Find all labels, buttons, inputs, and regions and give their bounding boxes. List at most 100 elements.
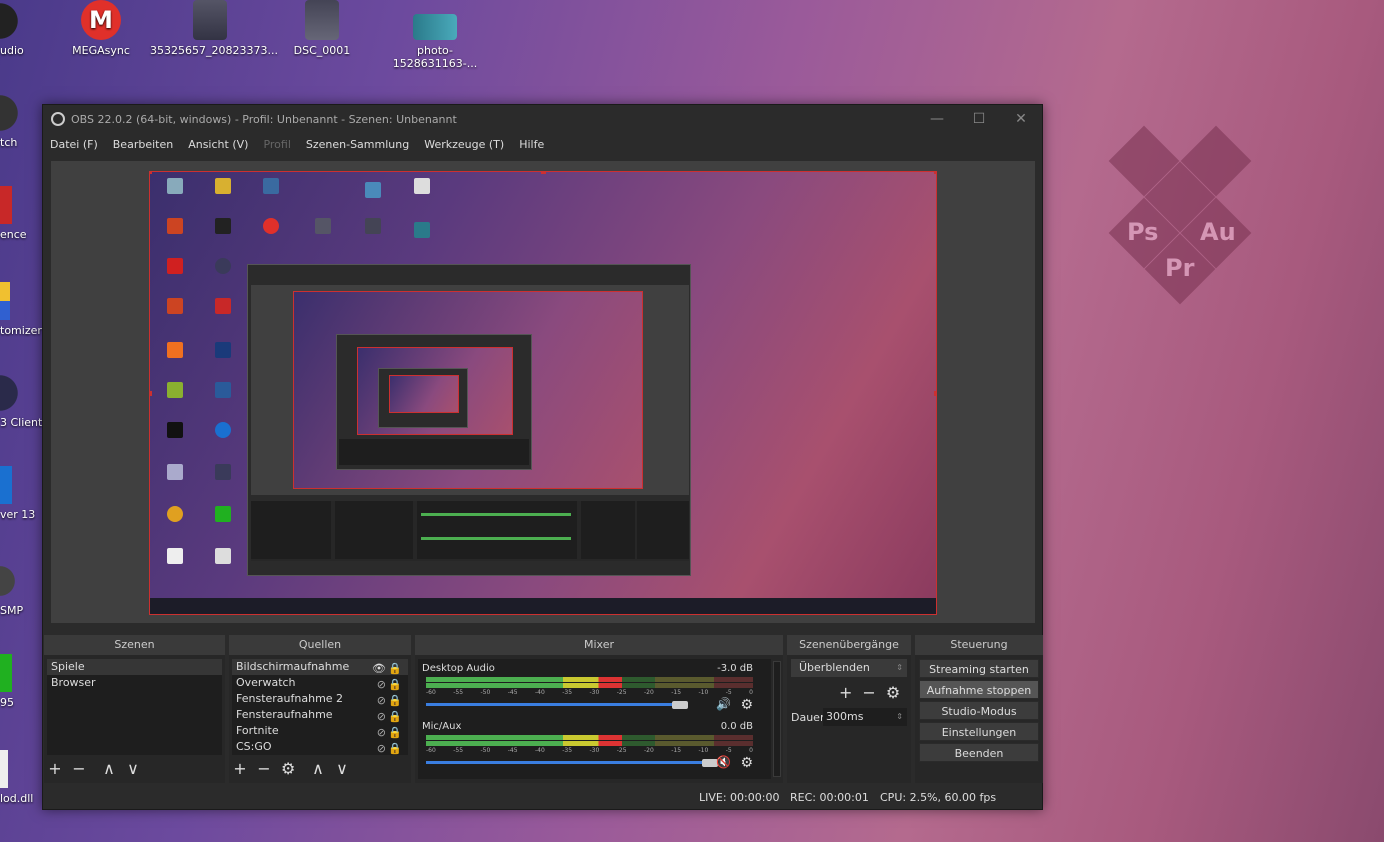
desktop-icon-left-2[interactable]: ence: [0, 186, 27, 241]
scene-item-spiele[interactable]: Spiele: [47, 659, 222, 675]
add-transition-icon[interactable]: +: [839, 683, 852, 702]
source-item[interactable]: CS:GO ⊘ 🔒: [232, 739, 408, 755]
preview-desktop-icon: [215, 422, 231, 438]
obs-logo-icon: [51, 112, 65, 126]
source-name: Fortnite: [236, 724, 279, 737]
transition-select[interactable]: Überblenden ⇕: [791, 659, 907, 677]
desktop-icon-megasync[interactable]: M MEGAsync: [56, 0, 146, 57]
preview-source[interactable]: [149, 171, 937, 615]
stop-recording-button[interactable]: Aufnahme stoppen: [919, 680, 1039, 699]
menu-ansicht[interactable]: Ansicht (V): [188, 138, 248, 151]
cpu-status: CPU: 2.5%, 60.00 fps: [880, 791, 997, 804]
title-bar[interactable]: OBS 22.0.2 (64-bit, windows) - Profil: U…: [43, 105, 1042, 133]
desktop-icon-dsc[interactable]: DSC_0001: [277, 0, 367, 57]
volume-meter: [426, 735, 753, 740]
meter-tick-label: 0: [749, 747, 753, 754]
scenes-list[interactable]: Spiele Browser: [47, 659, 222, 755]
close-button[interactable]: ✕: [1000, 111, 1042, 127]
menu-szenen-sammlung[interactable]: Szenen-Sammlung: [306, 138, 409, 151]
move-source-up-button[interactable]: ∧: [311, 759, 325, 778]
source-item[interactable]: Overwatch ⊘ 🔒: [232, 675, 408, 691]
preview-desktop-icon: [167, 422, 183, 438]
preview-area[interactable]: [51, 161, 1035, 623]
minimize-button[interactable]: —: [916, 111, 958, 127]
scene-item-browser[interactable]: Browser: [47, 675, 222, 691]
exit-button[interactable]: Beenden: [919, 743, 1039, 762]
resize-handle[interactable]: [541, 172, 546, 174]
meter-tick-label: -55: [453, 747, 464, 754]
nested-preview-2: [357, 347, 513, 435]
start-streaming-button[interactable]: Streaming starten: [919, 659, 1039, 678]
resize-handle[interactable]: [150, 172, 152, 174]
meter-tick-label: -35: [562, 689, 573, 696]
mixer-title: Mixer: [415, 635, 783, 655]
preview-desktop-icon: [167, 178, 183, 194]
move-scene-down-button[interactable]: ∨: [126, 759, 140, 778]
resize-handle[interactable]: [150, 391, 152, 396]
scenes-title: Szenen: [44, 635, 225, 655]
gear-icon[interactable]: ⚙: [740, 755, 753, 771]
preview-desktop-icon: [215, 298, 231, 314]
source-settings-button[interactable]: ⚙: [281, 759, 295, 778]
studio-mode-button[interactable]: Studio-Modus: [919, 701, 1039, 720]
desktop-icon-left-6[interactable]: SMP: [0, 562, 23, 617]
gear-icon[interactable]: ⚙: [886, 683, 900, 702]
duration-input[interactable]: 300ms ⇕: [823, 708, 907, 726]
volume-slider-track[interactable]: [426, 761, 708, 764]
move-scene-up-button[interactable]: ∧: [102, 759, 116, 778]
nested-preview: [293, 291, 643, 489]
desktop-icon-label: SMP: [0, 604, 24, 617]
source-item[interactable]: Bildschirmaufnahme 👁 🔒: [232, 659, 408, 675]
gear-icon[interactable]: ⚙: [740, 697, 753, 713]
meter-tick-label: -25: [616, 747, 627, 754]
nested-window-2: [336, 334, 532, 470]
meter-tick-label: -30: [589, 747, 600, 754]
maximize-button[interactable]: ☐: [958, 111, 1000, 127]
source-item[interactable]: Fensteraufnahme ⊘ 🔒: [232, 707, 408, 723]
track-name: Desktop Audio: [422, 663, 495, 674]
move-source-down-button[interactable]: ∨: [335, 759, 349, 778]
source-item[interactable]: Fortnite ⊘ 🔒: [232, 723, 408, 739]
menu-datei[interactable]: Datei (F): [50, 138, 98, 151]
desktop-icon-left-1[interactable]: tch: [0, 94, 22, 149]
obs-window[interactable]: OBS 22.0.2 (64-bit, windows) - Profil: U…: [42, 104, 1043, 810]
meter-tick-label: -20: [644, 747, 654, 754]
preview-desktop-icon: [414, 222, 430, 238]
sources-list[interactable]: Bildschirmaufnahme 👁 🔒 Overwatch ⊘ 🔒 Fen…: [232, 659, 408, 755]
desktop-icon-left-5[interactable]: ver 13: [0, 466, 35, 521]
settings-button[interactable]: Einstellungen: [919, 722, 1039, 741]
remove-transition-icon[interactable]: −: [862, 683, 875, 702]
eye-hidden-icon[interactable]: ⊘: [377, 741, 386, 757]
desktop-icon-label: lod.dll: [0, 792, 34, 805]
add-source-button[interactable]: +: [233, 759, 247, 778]
volume-slider-handle[interactable]: [672, 701, 688, 709]
remove-scene-button[interactable]: −: [72, 759, 86, 778]
resize-handle[interactable]: [934, 391, 936, 396]
track-db: 0.0 dB: [720, 721, 753, 732]
preview-desktop-icon: [167, 382, 183, 398]
desktop-icon-photo[interactable]: 35325657_20823373...: [150, 0, 278, 57]
spinner-icon[interactable]: ⇕: [896, 708, 903, 726]
remove-source-button[interactable]: −: [257, 759, 271, 778]
mixer-scrollbar[interactable]: [773, 661, 781, 777]
desktop-icon-left-3[interactable]: tomizer: [0, 282, 42, 337]
menu-bearbeiten[interactable]: Bearbeiten: [113, 138, 173, 151]
speaker-icon[interactable]: 🔊: [716, 697, 731, 711]
lock-icon[interactable]: 🔒: [388, 741, 402, 757]
meter-ticks: -60 -55 -50 -45 -40 -35 -30 -25 -20 -15 -10 -5 0: [426, 747, 753, 755]
volume-slider-track[interactable]: [426, 703, 678, 706]
desktop-icon-left-0[interactable]: udio: [0, 2, 24, 57]
resize-handle[interactable]: [934, 172, 936, 174]
meter-tick-label: -55: [453, 689, 464, 696]
add-scene-button[interactable]: +: [48, 759, 62, 778]
speaker-muted-icon[interactable]: 🔇: [716, 755, 731, 769]
desktop-icon-photo2[interactable]: photo-1528631163-...: [375, 0, 495, 70]
menu-hilfe[interactable]: Hilfe: [519, 138, 544, 151]
desktop-icon-left-4[interactable]: 3 Client: [0, 374, 42, 429]
desktop-icon-left-8[interactable]: lod.dll: [0, 750, 33, 805]
preview-desktop-icon: [215, 258, 231, 274]
sources-toolbar: + − ⚙ ∧ ∨: [233, 757, 359, 779]
menu-werkzeuge[interactable]: Werkzeuge (T): [424, 138, 504, 151]
source-item[interactable]: Fensteraufnahme 2 ⊘ 🔒: [232, 691, 408, 707]
desktop-icon-left-7[interactable]: 95: [0, 654, 14, 709]
